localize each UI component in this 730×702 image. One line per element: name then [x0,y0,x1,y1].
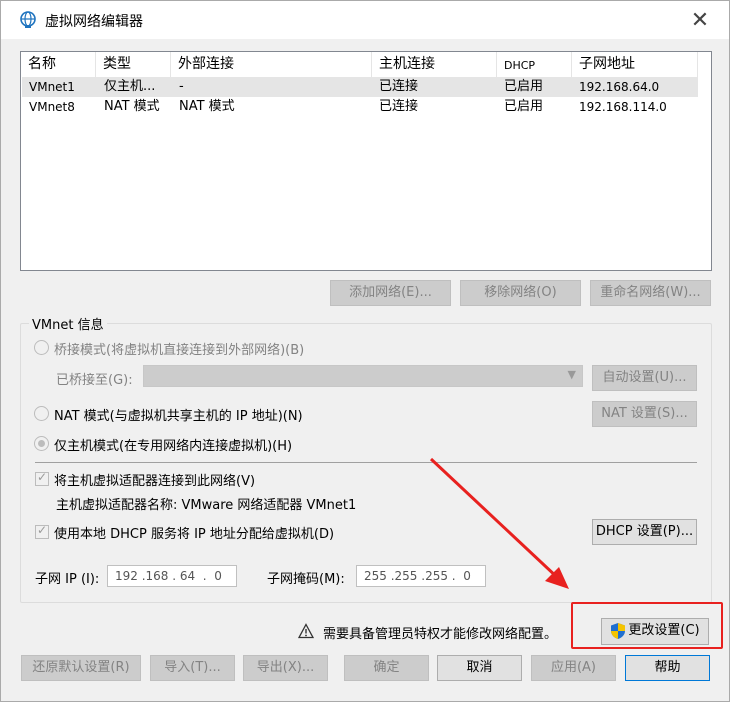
network-list-header: 名称 类型 外部连接 主机连接 DHCP 子网地址 [21,52,711,77]
column-header-dhcp[interactable]: DHCP [497,52,572,77]
rename-network-button[interactable]: 重命名网络(W)... [590,280,711,306]
row-subnet: 192.168.114.0 [579,100,667,114]
connect-adapter-label: 将主机虚拟适配器连接到此网络(V) [54,474,256,489]
admin-notice-text: 需要具备管理员特权才能修改网络配置。 [323,627,558,642]
window-title: 虚拟网络编辑器 [45,14,143,30]
column-header-type[interactable]: 类型 [96,52,171,77]
subnet-mask-label: 子网掩码(M): [267,572,345,587]
column-header-host[interactable]: 主机连接 [372,52,497,77]
row-subnet: 192.168.64.0 [579,80,660,94]
row-type: NAT 模式 [104,99,160,114]
row-dhcp: 已启用 [504,79,544,94]
close-button[interactable]: ✕ [685,5,715,35]
subnet-mask-input[interactable]: 255 .255 .255 . 0 [356,565,486,587]
row-host: 已连接 [379,79,419,94]
vmnet-info-label: VMnet 信息 [29,314,107,333]
column-header-external[interactable]: 外部连接 [171,52,372,77]
export-button[interactable]: 导出(X)... [243,655,328,681]
network-list[interactable]: 名称 类型 外部连接 主机连接 DHCP 子网地址 VMnet1 仅主机... … [20,51,712,271]
dhcp-settings-button[interactable]: DHCP 设置(P)... [592,519,697,545]
list-scrollbar[interactable] [698,77,711,270]
table-row[interactable]: VMnet8 NAT 模式 NAT 模式 已连接 已启用 192.168.114… [22,97,698,117]
row-name: VMnet1 [29,80,75,94]
nat-settings-button[interactable]: NAT 设置(S)... [592,401,697,427]
remove-network-button[interactable]: 移除网络(O) [460,280,581,306]
chevron-down-icon: ▼ [567,368,576,381]
nat-mode-radio[interactable] [34,406,49,421]
column-header-name[interactable]: 名称 [21,52,96,77]
title-bar: 虚拟网络编辑器 ✕ [1,1,729,39]
ok-button[interactable]: 确定 [344,655,429,681]
bridged-mode-radio[interactable] [34,340,49,355]
row-external: - [179,79,184,94]
row-external: NAT 模式 [179,99,235,114]
bridged-mode-label: 桥接模式(将虚拟机直接连接到外部网络)(B) [54,343,305,358]
host-only-radio[interactable] [34,436,49,451]
row-dhcp: 已启用 [504,99,544,114]
nat-mode-label: NAT 模式(与虚拟机共享主机的 IP 地址)(N) [54,409,303,424]
connect-adapter-checkbox[interactable] [35,470,49,486]
adapter-name-label: 主机虚拟适配器名称: VMware 网络适配器 VMnet1 [56,498,357,513]
row-name: VMnet8 [29,100,75,114]
cancel-button[interactable]: 取消 [437,655,522,681]
table-row[interactable]: VMnet1 仅主机... - 已连接 已启用 192.168.64.0 [22,77,698,97]
divider [35,462,697,463]
dhcp-label: 使用本地 DHCP 服务将 IP 地址分配给虚拟机(D) [54,527,335,542]
host-only-label: 仅主机模式(在专用网络内连接虚拟机)(H) [54,439,293,454]
bridged-to-select[interactable]: ▼ [143,365,583,387]
change-settings-button[interactable]: 更改设置(C) [601,618,709,645]
subnet-ip-label: 子网 IP (I): [35,572,100,587]
import-button[interactable]: 导入(T)... [150,655,235,681]
column-header-subnet[interactable]: 子网地址 [572,52,698,77]
uac-shield-icon [611,622,626,639]
row-type: 仅主机... [104,79,156,94]
subnet-ip-input[interactable]: 192 .168 . 64 . 0 [107,565,237,587]
close-icon: ✕ [690,7,710,33]
change-settings-label: 更改设置(C) [628,623,700,638]
warning-icon [298,623,314,639]
dhcp-checkbox[interactable] [35,523,49,539]
apply-button[interactable]: 应用(A) [531,655,616,681]
add-network-button[interactable]: 添加网络(E)... [330,280,451,306]
row-host: 已连接 [379,99,419,114]
network-globe-icon [20,11,36,28]
virtual-network-editor-window: 虚拟网络编辑器 ✕ 名称 类型 外部连接 主机连接 DHCP 子网地址 VMne… [0,0,730,702]
bridged-to-label: 已桥接至(G): [56,373,133,388]
restore-defaults-button[interactable]: 还原默认设置(R) [21,655,141,681]
auto-settings-button[interactable]: 自动设置(U)... [592,365,697,391]
help-button[interactable]: 帮助 [625,655,710,681]
